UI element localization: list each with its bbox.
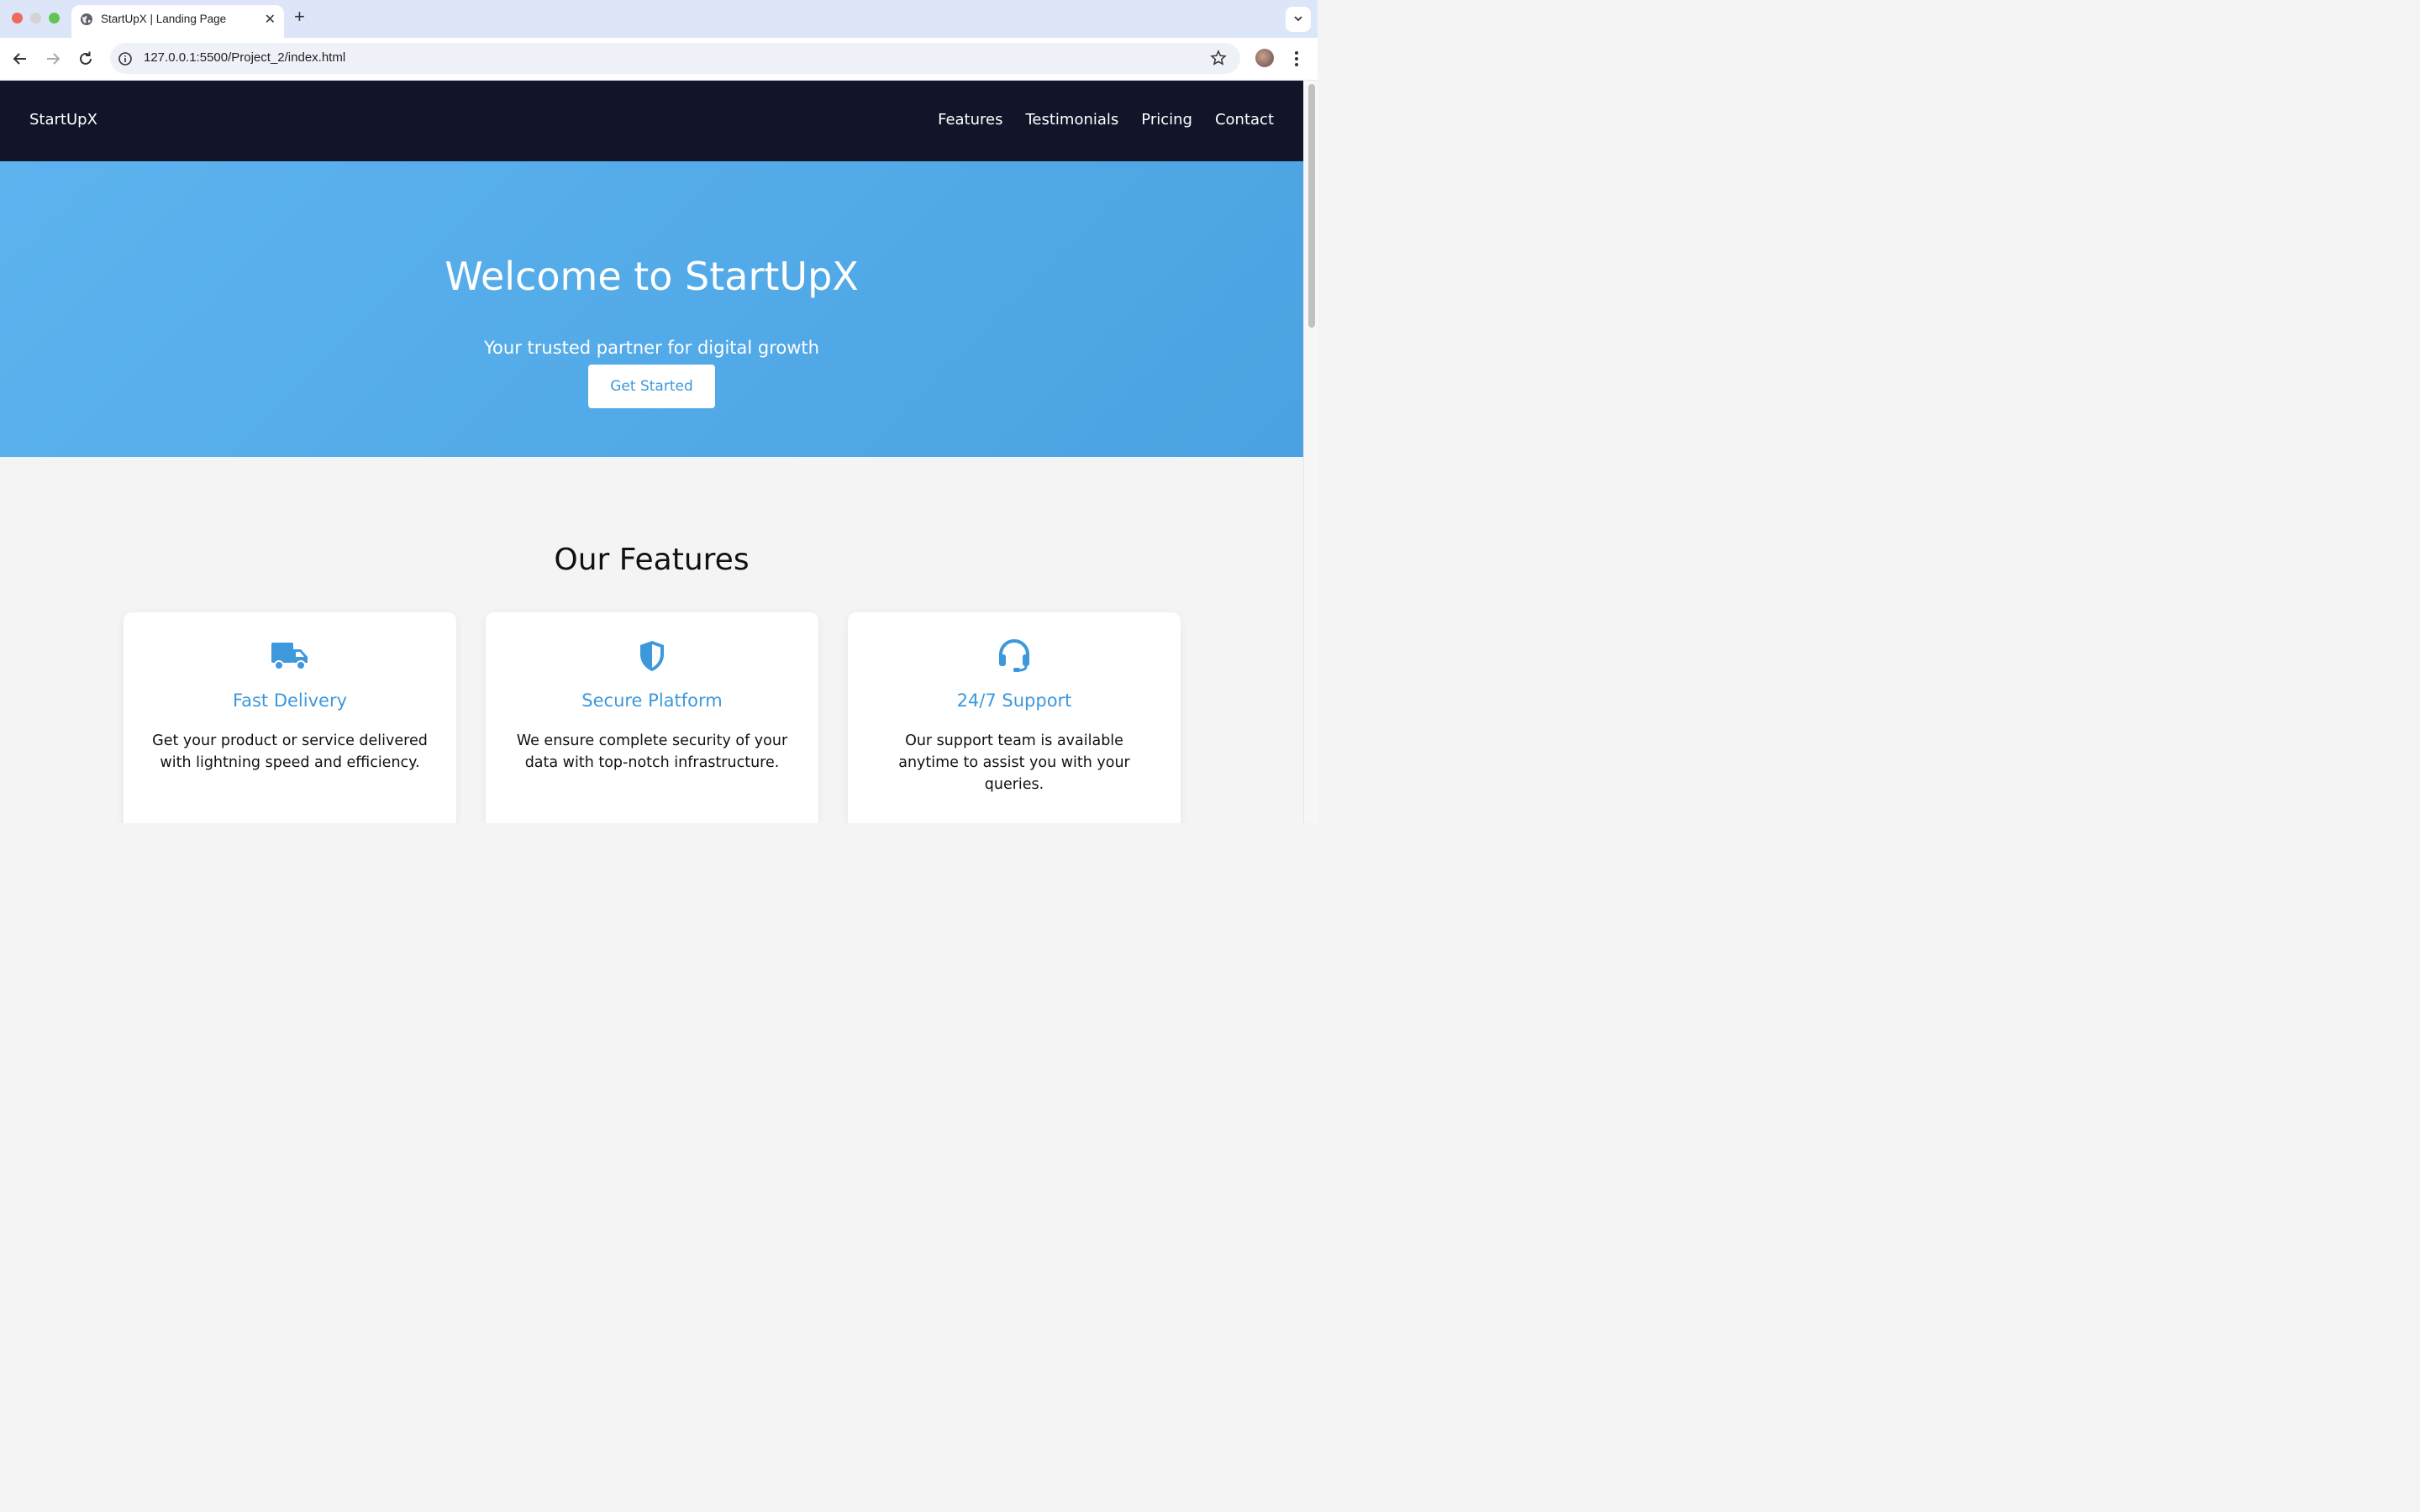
browser-tab-bar: StartUpX | Landing Page ✕ + [0, 0, 1318, 38]
feature-card-secure-platform: Secure Platform We ensure complete secur… [486, 612, 818, 823]
maximize-window-button[interactable] [49, 13, 60, 24]
hero-subtitle: Your trusted partner for digital growth [484, 338, 819, 358]
address-bar[interactable]: 127.0.0.1:5500/Project_2/index.html [110, 43, 1240, 74]
nav-link-features[interactable]: Features [938, 111, 1002, 129]
close-window-button[interactable] [12, 13, 23, 24]
feature-title: 24/7 Support [956, 690, 1072, 711]
close-tab-icon[interactable]: ✕ [265, 11, 276, 28]
hero-title: Welcome to StartUpX [445, 254, 859, 299]
truck-icon [271, 643, 308, 670]
feature-card-fast-delivery: Fast Delivery Get your product or servic… [124, 612, 456, 823]
nav-link-testimonials[interactable]: Testimonials [1025, 111, 1118, 129]
minimize-window-button[interactable] [30, 13, 41, 24]
browser-toolbar: 127.0.0.1:5500/Project_2/index.html [0, 38, 1318, 81]
info-icon[interactable] [118, 51, 133, 66]
back-arrow-icon[interactable] [9, 48, 31, 70]
scrollbar-thumb[interactable] [1308, 84, 1315, 328]
chevron-down-icon [1294, 16, 1302, 22]
url-text[interactable]: 127.0.0.1:5500/Project_2/index.html [144, 50, 345, 65]
feature-title: Fast Delivery [232, 690, 348, 711]
get-started-button[interactable]: Get Started [588, 365, 715, 408]
site-header: StartUpX Features Testimonials Pricing C… [0, 81, 1303, 161]
forward-arrow-icon[interactable] [42, 48, 64, 70]
feature-text: Our support team is available anytime to… [898, 732, 1130, 793]
new-tab-button[interactable]: + [294, 8, 305, 26]
feature-text: Get your product or service delivered wi… [152, 732, 428, 771]
page-scrollbar[interactable] [1303, 81, 1318, 823]
nav-link-contact[interactable]: Contact [1215, 111, 1274, 129]
features-heading: Our Features [554, 543, 750, 577]
reload-icon[interactable] [75, 48, 97, 70]
globe-icon [81, 13, 92, 25]
page-viewport: StartUpX Features Testimonials Pricing C… [0, 81, 1303, 823]
browser-tab[interactable]: StartUpX | Landing Page ✕ [71, 5, 284, 38]
main-nav: Features Testimonials Pricing Contact [938, 111, 1274, 129]
more-menu-icon[interactable] [1291, 49, 1302, 69]
shield-icon [640, 641, 664, 671]
bookmark-star-icon[interactable] [1210, 50, 1227, 66]
site-logo[interactable]: StartUpX [29, 111, 97, 129]
feature-card-support: 24/7 Support Our support team is availab… [848, 612, 1181, 823]
nav-link-pricing[interactable]: Pricing [1141, 111, 1192, 129]
tab-search-button[interactable] [1286, 7, 1311, 32]
feature-title: Secure Platform [581, 690, 723, 711]
hero-section: Welcome to StartUpX Your trusted partner… [0, 161, 1303, 457]
headset-icon [999, 639, 1029, 672]
feature-text: We ensure complete security of your data… [516, 732, 788, 771]
tab-title: StartUpX | Landing Page [101, 13, 227, 25]
profile-avatar[interactable] [1255, 49, 1274, 67]
